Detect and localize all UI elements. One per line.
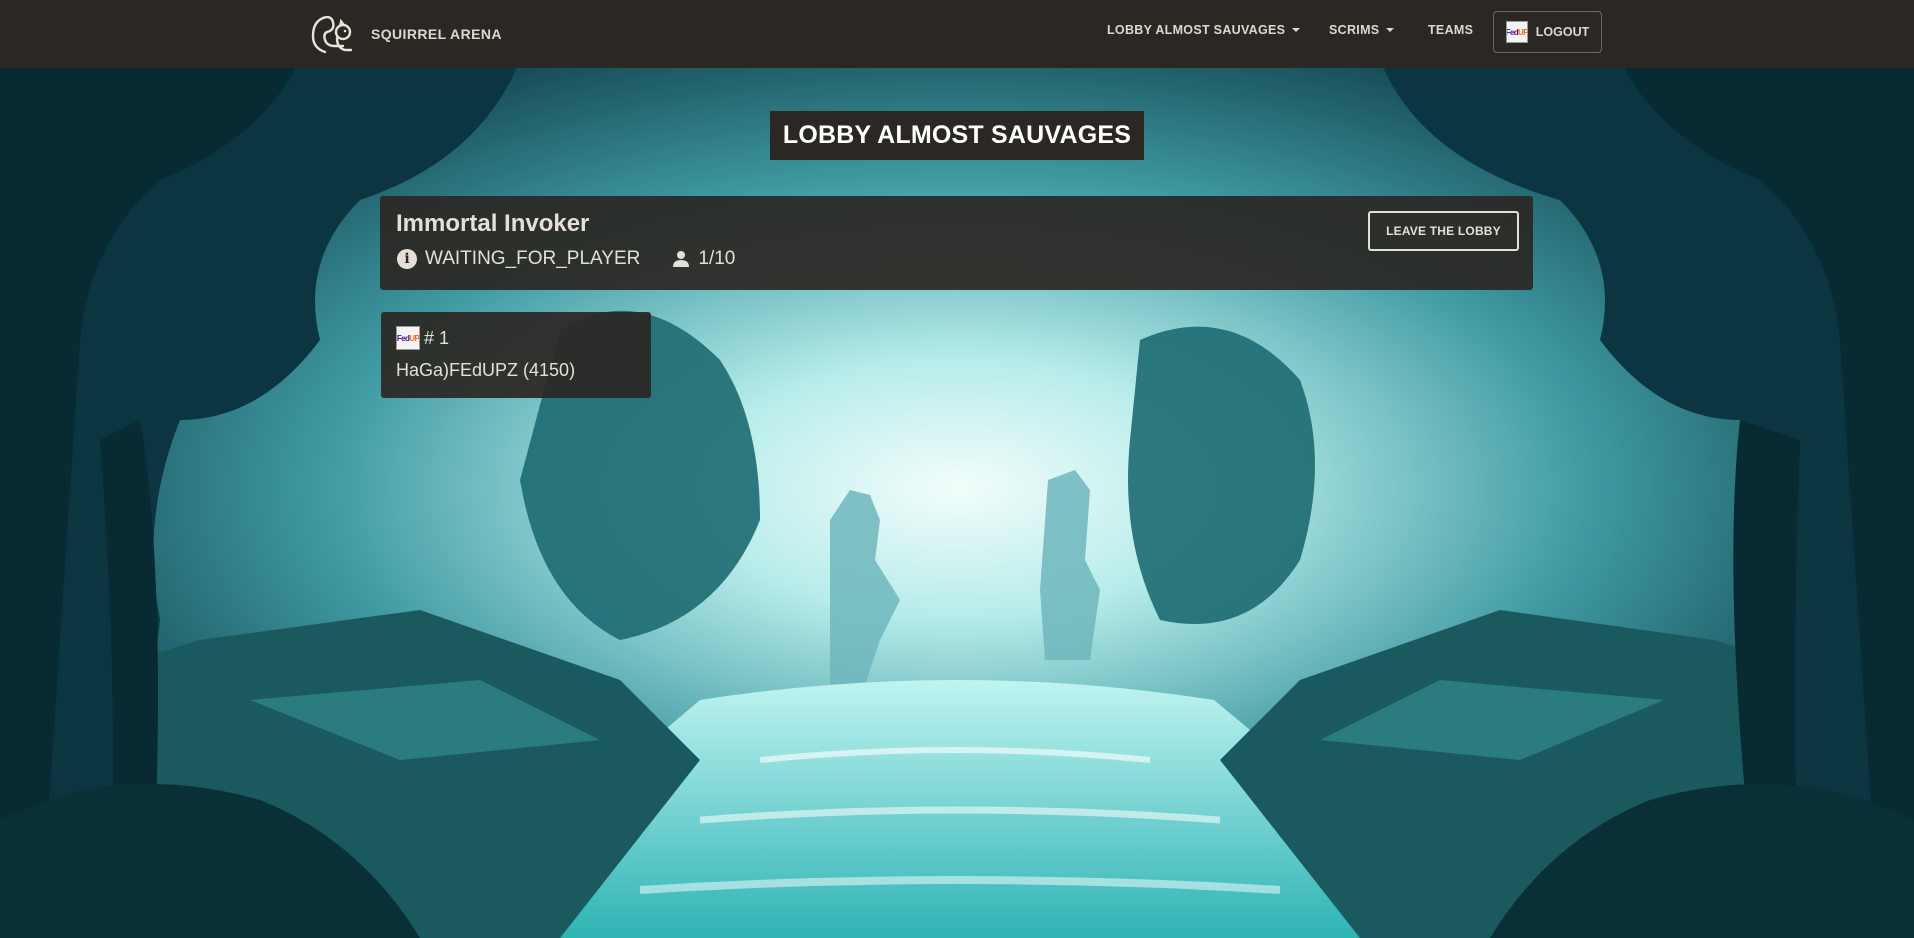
nav-lobby-label: LOBBY ALMOST SAUVAGES: [1107, 23, 1286, 37]
squirrel-icon: [311, 15, 353, 54]
brand-name: SQUIRREL ARENA: [371, 26, 502, 42]
info-icon: i: [397, 249, 417, 269]
player-rank: # 1: [424, 327, 450, 348]
player-rank-row: Fed UP # 1: [396, 326, 449, 350]
nav-scrims-dropdown[interactable]: SCRIMS: [1329, 23, 1395, 37]
logout-button[interactable]: Fed UP LOGOUT: [1493, 11, 1602, 53]
lobby-status: WAITING_FOR_PLAYER: [425, 248, 641, 269]
player-card: Fed UP # 1 HaGa)FEdUPZ (4150): [381, 312, 651, 398]
lobby-meta: i WAITING_FOR_PLAYER 1/10: [397, 248, 735, 270]
lobby-name: Immortal Invoker: [396, 210, 590, 237]
fedup-avatar-icon: Fed UP: [1505, 21, 1528, 43]
nav-lobby-dropdown[interactable]: LOBBY ALMOST SAUVAGES: [1107, 23, 1301, 37]
nav-teams-link[interactable]: TEAMS: [1428, 23, 1473, 37]
leave-lobby-button[interactable]: LEAVE THE LOBBY: [1368, 211, 1519, 251]
caret-down-icon: [1386, 28, 1395, 32]
lobby-card: Immortal Invoker i WAITING_FOR_PLAYER 1/…: [380, 196, 1533, 290]
player-name: HaGa)FEdUPZ (4150): [396, 360, 576, 380]
nav-teams-label: TEAMS: [1428, 23, 1474, 37]
person-icon: [673, 251, 690, 267]
logout-label: LOGOUT: [1535, 25, 1590, 39]
nav-scrims-label: SCRIMS: [1329, 23, 1380, 37]
brand-link[interactable]: SQUIRREL ARENA: [307, 8, 502, 60]
page-title: LOBBY ALMOST SAUVAGES: [770, 111, 1144, 160]
top-navbar: SQUIRREL ARENA LOBBY ALMOST SAUVAGES SCR…: [0, 0, 1914, 68]
caret-down-icon: [1292, 28, 1301, 32]
lobby-player-count: 1/10: [698, 248, 736, 269]
fedup-avatar-icon: Fed UP: [396, 326, 420, 350]
